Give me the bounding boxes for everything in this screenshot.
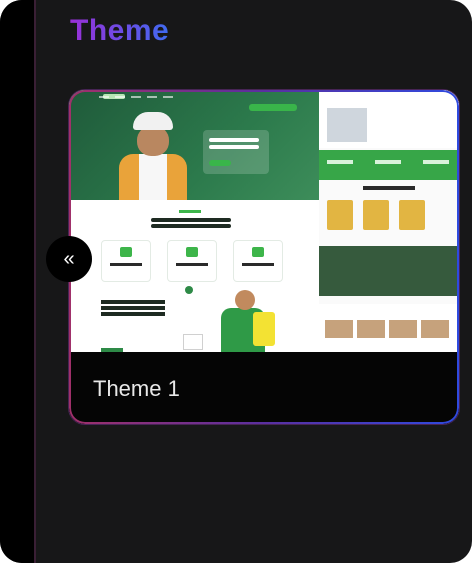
theme-caption-bar: Theme 1	[69, 352, 459, 424]
preview-stats-bar	[319, 150, 459, 180]
preview-volunteer-image	[217, 290, 277, 352]
preview-hero-text	[209, 138, 259, 142]
preview-section-title	[151, 218, 231, 222]
preview-dot	[185, 286, 193, 294]
preview-chat-widget	[183, 334, 203, 350]
double-chevron-left-icon: «	[63, 247, 75, 270]
preview-team-member	[363, 200, 389, 230]
preview-team-member	[399, 200, 425, 230]
theme-card[interactable]: Theme 1	[69, 90, 459, 424]
preview-main-column	[69, 90, 319, 352]
preview-about-section	[319, 90, 459, 148]
preview-promo-banner	[319, 246, 459, 296]
preview-hero	[69, 90, 319, 200]
preview-worker-image	[113, 112, 193, 200]
preview-section-kicker	[179, 210, 201, 213]
preview-service-card	[167, 240, 217, 282]
theme-preview-thumbnail	[69, 90, 459, 352]
preview-service-card	[101, 240, 151, 282]
preview-side-column	[319, 90, 459, 352]
collapse-button[interactable]: «	[46, 236, 92, 282]
preview-hero-card	[203, 130, 269, 174]
preview-blog-section	[319, 304, 459, 352]
preview-service-card	[233, 240, 283, 282]
preview-hero-button	[209, 160, 231, 166]
preview-nav	[69, 90, 349, 104]
left-sidebar-strip	[0, 0, 36, 563]
preview-experience-text	[101, 300, 165, 304]
preview-nav-button	[249, 104, 297, 111]
panel-title: Theme	[70, 14, 170, 47]
preview-team-title	[363, 186, 415, 190]
preview-team-member	[327, 200, 353, 230]
theme-panel: Theme Theme 1 «	[0, 0, 472, 563]
theme-name: Theme 1	[93, 376, 180, 401]
